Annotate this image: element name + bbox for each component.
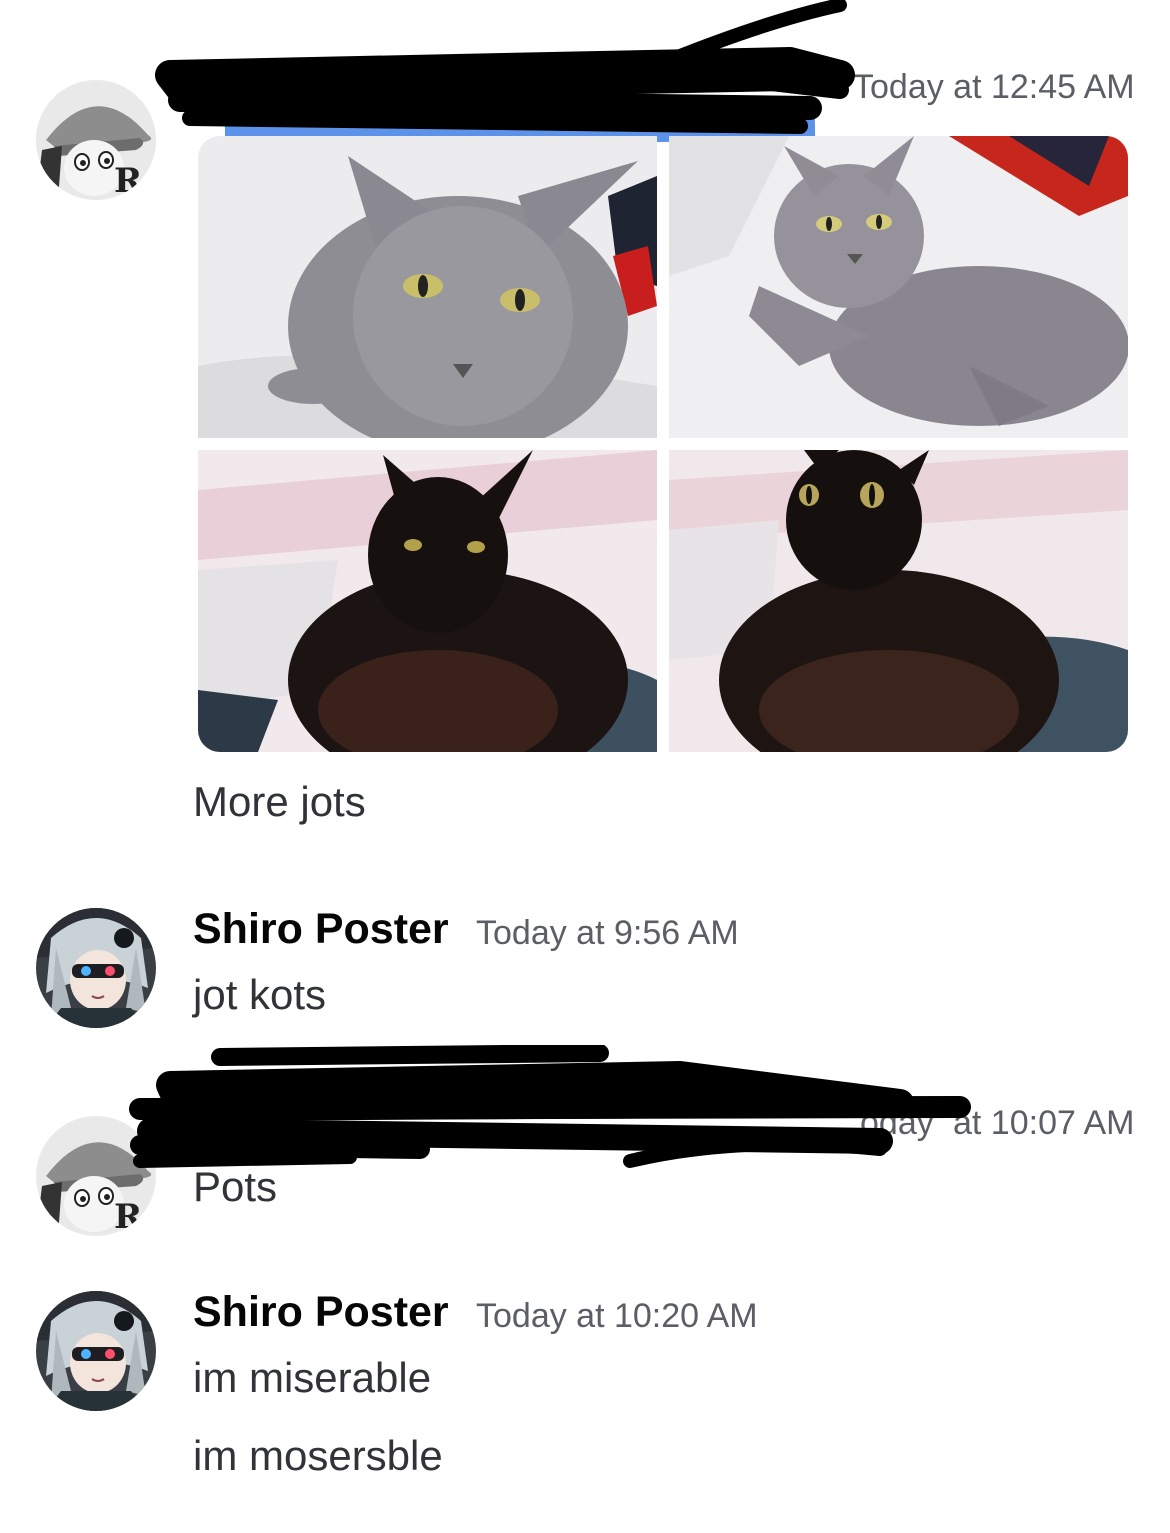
- user-avatar[interactable]: R: [36, 80, 156, 200]
- message-timestamp: at 10:07 AM: [953, 1104, 1135, 1142]
- user-avatar[interactable]: [36, 908, 156, 1028]
- message-timestamp: Today at 10:20 AM: [476, 1297, 758, 1335]
- cat-photo[interactable]: [198, 136, 657, 438]
- redaction-scribble: [155, 0, 855, 134]
- chat-log: R Today at 12:45 AM More jots Shiro Post…: [0, 0, 1170, 1533]
- user-avatar[interactable]: [36, 1291, 156, 1411]
- message-text: im mosersble: [193, 1432, 443, 1479]
- redaction-scribble: [129, 1045, 971, 1168]
- cat-photo[interactable]: [669, 136, 1128, 438]
- message-timestamp-partial: oday: [860, 1104, 934, 1142]
- username[interactable]: Shiro Poster: [193, 905, 449, 954]
- message-text: Pots: [193, 1163, 278, 1210]
- message-text: jot kots: [193, 971, 327, 1018]
- attachment-grid: [198, 136, 1128, 752]
- user-avatar[interactable]: R: [36, 1116, 156, 1236]
- message-text: im miserable: [193, 1354, 432, 1401]
- cat-photo[interactable]: [198, 450, 657, 752]
- svg-text:R: R: [114, 161, 143, 200]
- svg-text:R: R: [114, 1197, 143, 1236]
- message-text: More jots: [193, 778, 366, 825]
- username[interactable]: Shiro Poster: [193, 1288, 449, 1337]
- message-timestamp: Today at 9:56 AM: [476, 914, 739, 952]
- cat-photo[interactable]: [669, 450, 1128, 752]
- message-timestamp: Today at 12:45 AM: [853, 68, 1135, 106]
